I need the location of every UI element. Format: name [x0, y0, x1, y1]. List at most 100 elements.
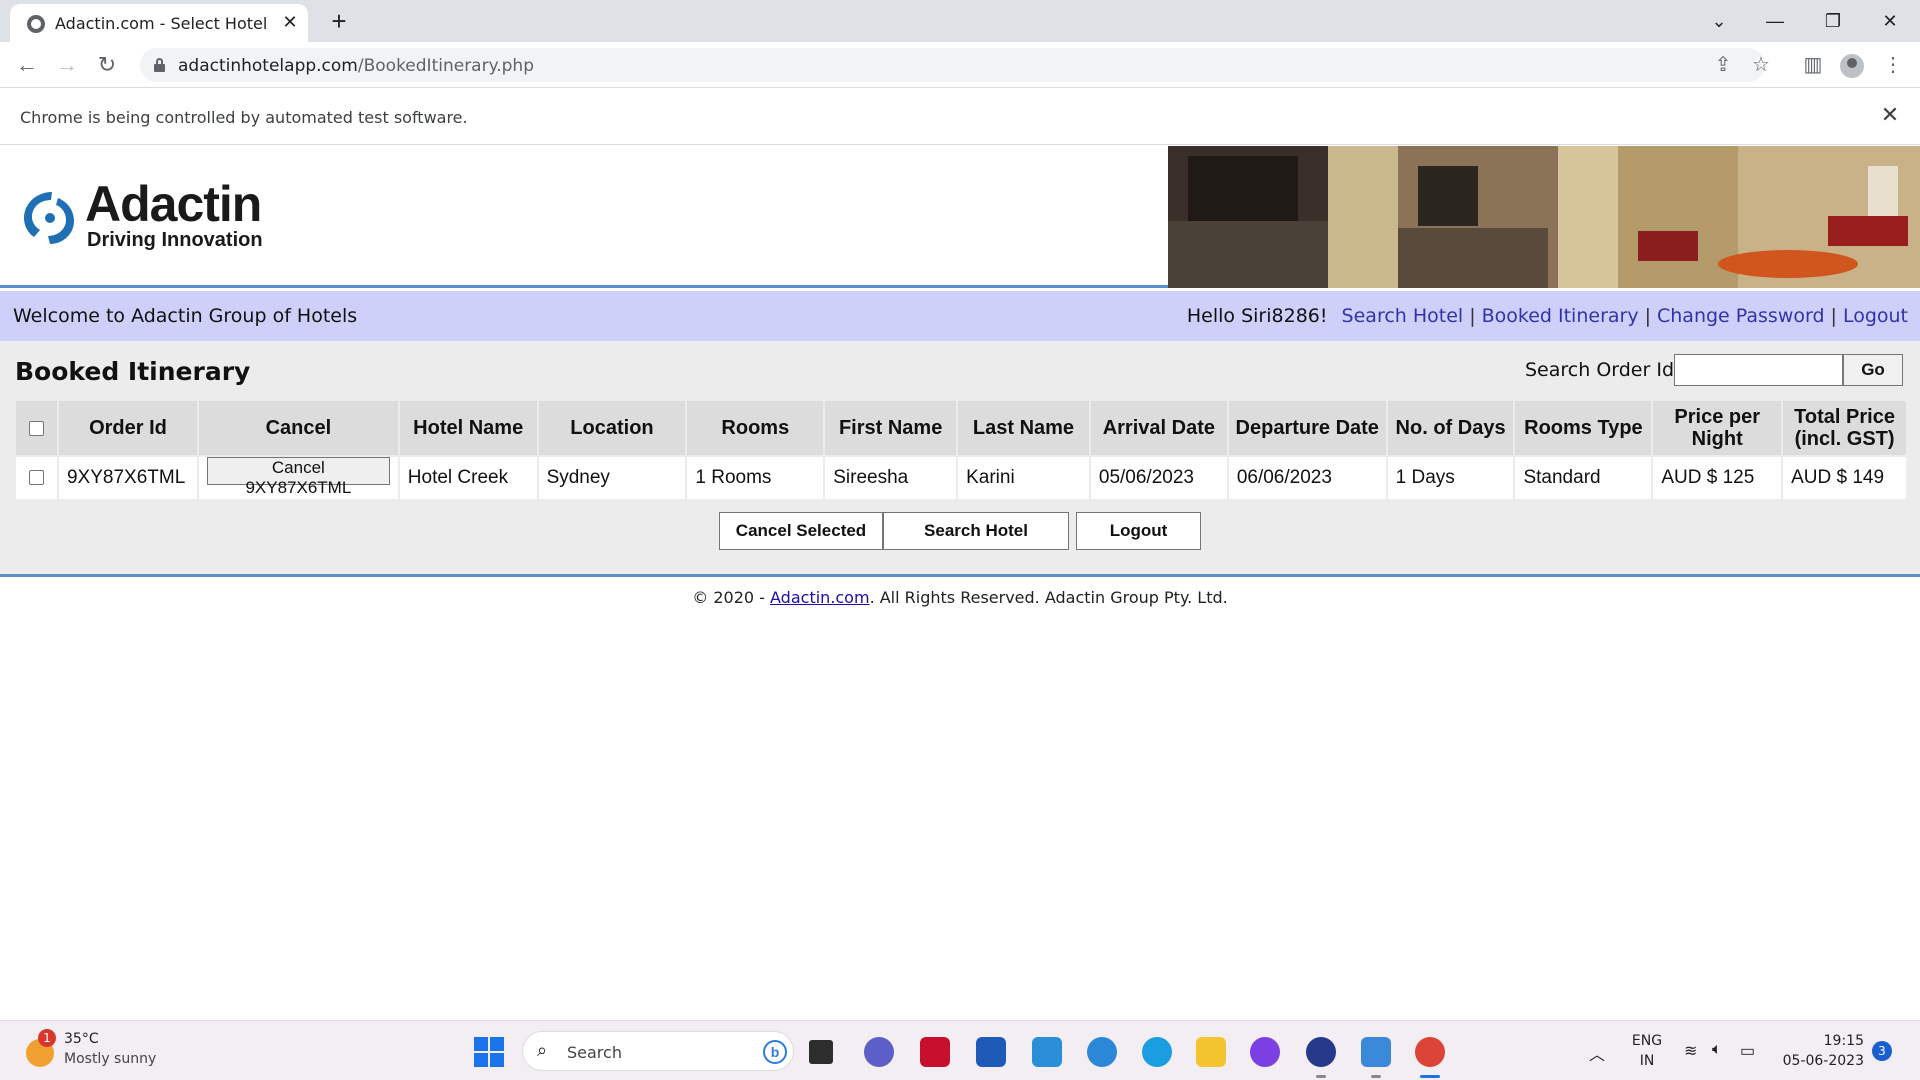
infobar-close-icon[interactable]: ✕ [1878, 103, 1902, 127]
cancel-order-button[interactable]: Cancel 9XY87X6TML [206, 457, 390, 497]
app-active-indicator [1420, 1075, 1440, 1078]
windows-start-icon[interactable] [474, 1037, 504, 1067]
clock-date[interactable]: 05-06-2023 [1770, 1053, 1864, 1069]
site-logo[interactable]: Adactin Driving Innovation [85, 178, 263, 250]
help-icon[interactable] [1087, 1037, 1117, 1067]
weather-temperature[interactable]: 35°C [64, 1031, 99, 1047]
side-panel-icon[interactable]: ▥ [1800, 52, 1826, 78]
browser-tabstrip: Adactin.com - Select Hotel ✕ + ⌄ — ❐ ✕ [0, 0, 1920, 42]
share-icon[interactable]: ⇪ [1710, 52, 1736, 78]
profile-icon[interactable] [1840, 54, 1864, 78]
table-header-row: Order Id Cancel Hotel Name Location Room… [14, 399, 1908, 457]
column-header: Cancel [196, 399, 400, 457]
eclipse-icon[interactable] [1306, 1037, 1336, 1067]
windows-taskbar: 1 35°C Mostly sunny ⌕ Search b ︿ ENG IN … [0, 1020, 1920, 1080]
last-name-cell: Karini [956, 455, 1091, 501]
bookmark-star-icon[interactable]: ☆ [1748, 52, 1774, 78]
tray-chevron-up-icon[interactable]: ︿ [1589, 1041, 1605, 1065]
notification-badge[interactable]: 3 [1872, 1041, 1892, 1061]
tab-title: Adactin.com - Select Hotel [55, 14, 268, 33]
app-shield-icon[interactable] [1250, 1037, 1280, 1067]
bing-icon[interactable]: b [763, 1040, 787, 1064]
order-id-cell: 9XY87X6TML [56, 455, 199, 501]
browser-tab[interactable]: Adactin.com - Select Hotel ✕ [10, 4, 308, 42]
search-order-input[interactable] [1674, 354, 1843, 386]
menu-kebab-icon[interactable]: ⋮ [1880, 52, 1906, 78]
location-cell: Sydney [536, 455, 688, 501]
nav-link-change-password[interactable]: Change Password [1657, 305, 1825, 327]
notepad-icon[interactable] [1361, 1037, 1391, 1067]
departure-date-cell: 06/06/2023 [1226, 455, 1388, 501]
battery-icon[interactable]: ▭ [1740, 1041, 1755, 1061]
column-header: Price per Night [1651, 399, 1784, 457]
minimize-icon[interactable]: — [1760, 6, 1790, 36]
automation-infobar: Chrome is being controlled by automated … [0, 89, 1920, 145]
nav-link-booked-itinerary[interactable]: Booked Itinerary [1482, 305, 1639, 327]
nav-separator: | [1469, 305, 1476, 327]
go-button[interactable]: Go [1843, 354, 1903, 386]
wifi-icon[interactable]: ≋ [1684, 1041, 1697, 1061]
volume-icon[interactable]: 🔈︎ [1712, 1041, 1722, 1059]
myhp-icon[interactable] [1032, 1037, 1062, 1067]
teams-chat-icon[interactable] [864, 1037, 894, 1067]
search-hotel-button[interactable]: Search Hotel [883, 512, 1069, 550]
footer: © 2020 - Adactin.com. All Rights Reserve… [0, 588, 1920, 607]
taskbar-search-placeholder: Search [567, 1043, 622, 1062]
tab-close-icon[interactable]: ✕ [280, 12, 300, 32]
row-checkbox[interactable] [28, 470, 44, 486]
column-header: No. of Days [1385, 399, 1516, 457]
file-explorer-icon[interactable] [1196, 1037, 1226, 1067]
weather-description[interactable]: Mostly sunny [64, 1051, 156, 1067]
user-nav: Hello Siri8286! Search Hotel | Booked Itin… [1187, 305, 1908, 327]
globe-icon [27, 15, 45, 33]
cancel-selected-button[interactable]: Cancel Selected [719, 512, 883, 550]
days-cell: 1 Days [1385, 455, 1516, 501]
clock-time[interactable]: 19:15 [1780, 1033, 1864, 1049]
welcome-bar: Welcome to Adactin Group of Hotels Hello… [0, 291, 1920, 341]
taskbar-search[interactable]: ⌕ Search b [522, 1031, 794, 1071]
nav-link-logout[interactable]: Logout [1843, 305, 1908, 327]
footer-suffix: . All Rights Reserved. Adactin Group Pty… [869, 588, 1228, 607]
room-type-cell: Standard [1513, 455, 1654, 501]
itinerary-panel: Booked Itinerary Search Order Id Go Orde… [0, 341, 1920, 577]
logout-button[interactable]: Logout [1076, 512, 1201, 550]
logo-title: Adactin [85, 176, 262, 232]
forward-icon[interactable]: → [52, 50, 82, 80]
window-close-icon[interactable]: ✕ [1875, 6, 1905, 36]
app-running-indicator [1371, 1075, 1381, 1078]
column-header: Last Name [956, 399, 1091, 457]
adactin-logo-icon [24, 192, 74, 244]
footer-prefix: © 2020 - [692, 588, 771, 607]
back-icon[interactable]: ← [12, 50, 42, 80]
column-header: Order Id [56, 399, 199, 457]
restore-icon[interactable]: ❐ [1818, 6, 1848, 36]
welcome-text: Welcome to Adactin Group of Hotels [13, 305, 358, 327]
column-header: Rooms Type [1513, 399, 1654, 457]
edge-icon[interactable] [1142, 1037, 1172, 1067]
address-bar[interactable]: adactinhotelapp.com/BookedItinerary.php … [140, 48, 1770, 82]
column-header: Hotel Name [397, 399, 539, 457]
column-header: Rooms [685, 399, 826, 457]
chrome-icon[interactable] [1415, 1037, 1445, 1067]
nav-link-search-hotel[interactable]: Search Hotel [1342, 305, 1464, 327]
lock-icon[interactable] [154, 58, 165, 72]
row-select-cell [14, 455, 59, 501]
language-code[interactable]: ENG [1630, 1033, 1664, 1049]
language-region[interactable]: IN [1630, 1053, 1664, 1069]
column-header: Departure Date [1226, 399, 1388, 457]
select-all-cell [14, 399, 59, 457]
task-view-icon[interactable] [809, 1040, 833, 1064]
tab-search-icon[interactable]: ⌄ [1704, 6, 1734, 36]
mcafee-icon[interactable] [920, 1037, 950, 1067]
browser-toolbar: ← → ↻ adactinhotelapp.com/BookedItinerar… [0, 42, 1920, 88]
microsoft-store-icon[interactable] [976, 1037, 1006, 1067]
select-all-checkbox[interactable] [28, 421, 44, 437]
reload-icon[interactable]: ↻ [92, 50, 122, 80]
column-header: First Name [823, 399, 959, 457]
footer-link[interactable]: Adactin.com [770, 588, 870, 607]
new-tab-icon[interactable]: + [326, 8, 352, 34]
url-text[interactable]: adactinhotelapp.com/BookedItinerary.php [178, 56, 534, 76]
hotel-lobby-banner [1168, 146, 1920, 288]
search-icon: ⌕ [537, 1040, 548, 1060]
table-row: 9XY87X6TML Cancel 9XY87X6TML Hotel Creek… [14, 455, 1908, 501]
